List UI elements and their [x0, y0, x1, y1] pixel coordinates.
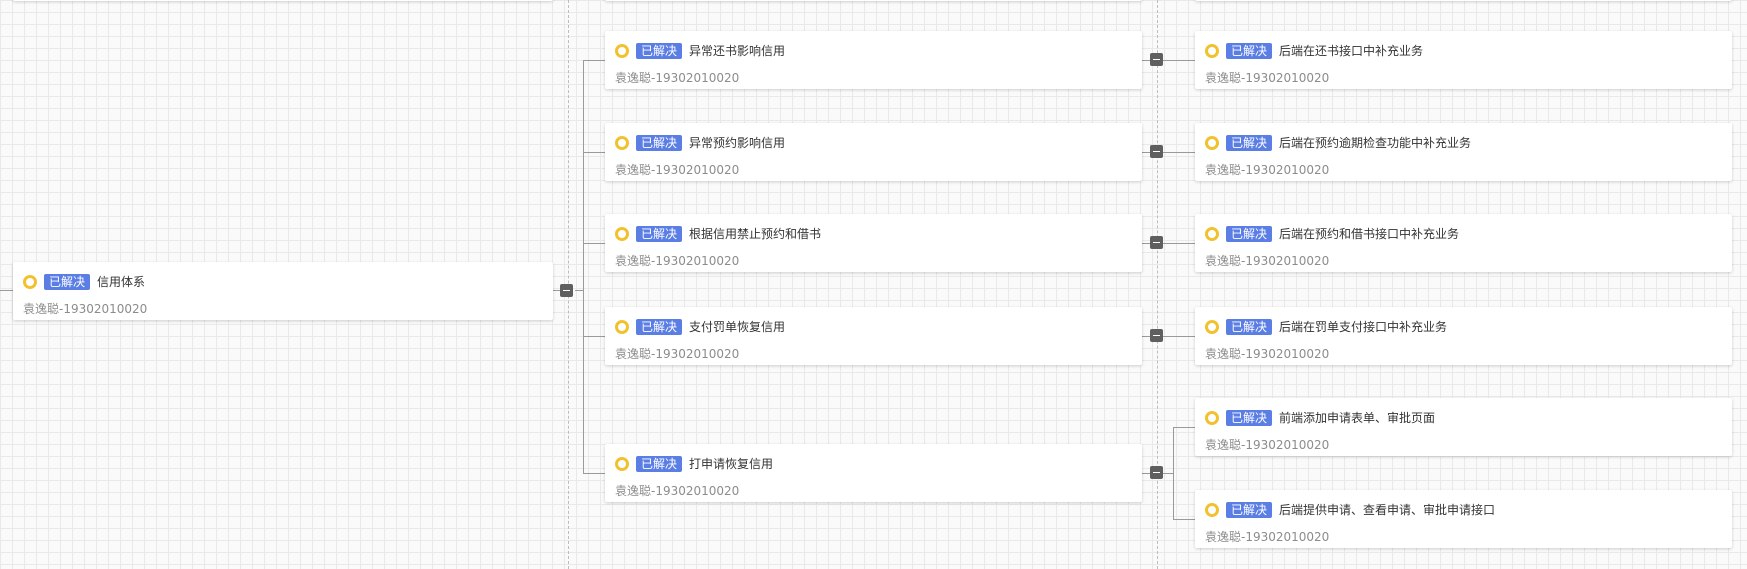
- node-title: 前端添加申请表单、审批页面: [1279, 411, 1436, 425]
- status-ring-icon: [615, 456, 629, 471]
- node-title: 后端在还书接口中补充业务: [1279, 44, 1424, 58]
- connector-line: [1163, 336, 1195, 337]
- node-title: 支付罚单恢复信用: [689, 320, 786, 334]
- status-ring-icon: [615, 135, 629, 150]
- node-header: 已解决 异常预约影响信用: [615, 134, 785, 151]
- status-ring-icon: [615, 43, 629, 58]
- node-title: 信用体系: [97, 275, 146, 289]
- node-owner: 袁逸聪-19302010020: [1205, 254, 1330, 268]
- node-header: 已解决 后端在预约逾期检查功能中补充业务: [1205, 134, 1471, 151]
- root-node-card[interactable]: 已解决 信用体系 袁逸聪-19302010020: [13, 262, 553, 320]
- node-card[interactable]: 已解决 后端在还书接口中补充业务 袁逸聪-19302010020: [1195, 31, 1732, 89]
- partial-node-card[interactable]: [13, 0, 553, 1]
- collapse-toggle-icon[interactable]: [1150, 53, 1163, 66]
- node-owner: 袁逸聪-19302010020: [1205, 530, 1330, 544]
- node-title: 后端在罚单支付接口中补充业务: [1279, 320, 1448, 334]
- node-title: 后端在预约和借书接口中补充业务: [1279, 227, 1460, 241]
- node-title: 打申请恢复信用: [689, 457, 774, 471]
- status-tag: 已解决: [1226, 134, 1273, 151]
- node-card[interactable]: 已解决 异常预约影响信用 袁逸聪-19302010020: [605, 123, 1142, 181]
- status-tag: 已解决: [1226, 318, 1273, 335]
- node-owner: 袁逸聪-19302010020: [615, 484, 740, 498]
- node-owner: 袁逸聪-19302010020: [1205, 71, 1330, 85]
- node-card[interactable]: 已解决 支付罚单恢复信用 袁逸聪-19302010020: [605, 307, 1142, 365]
- node-header: 已解决 后端在还书接口中补充业务: [1205, 42, 1423, 59]
- node-header: 已解决 支付罚单恢复信用: [615, 318, 785, 335]
- connector-line: [583, 336, 605, 337]
- node-header: 已解决 信用体系: [23, 273, 145, 290]
- node-owner: 袁逸聪-19302010020: [615, 254, 740, 268]
- status-tag: 已解决: [636, 134, 683, 151]
- node-card[interactable]: 已解决 异常还书影响信用 袁逸聪-19302010020: [605, 31, 1142, 89]
- status-tag: 已解决: [1226, 42, 1273, 59]
- node-card[interactable]: 已解决 打申请恢复信用 袁逸聪-19302010020: [605, 444, 1142, 502]
- status-tag: 已解决: [636, 42, 683, 59]
- connector-line: [0, 290, 13, 291]
- collapse-toggle-icon[interactable]: [560, 284, 573, 297]
- collapse-toggle-icon[interactable]: [1150, 236, 1163, 249]
- node-owner: 袁逸聪-19302010020: [615, 347, 740, 361]
- node-header: 已解决 后端在罚单支付接口中补充业务: [1205, 318, 1447, 335]
- status-tag: 已解决: [44, 273, 91, 290]
- connector-line: [583, 152, 605, 153]
- node-header: 已解决 前端添加申请表单、审批页面: [1205, 409, 1435, 426]
- node-card[interactable]: 已解决 根据信用禁止预约和借书 袁逸聪-19302010020: [605, 214, 1142, 272]
- collapse-toggle-icon[interactable]: [1150, 466, 1163, 479]
- status-ring-icon: [1205, 43, 1219, 58]
- status-ring-icon: [1205, 226, 1219, 241]
- node-header: 已解决 打申请恢复信用: [615, 455, 773, 472]
- node-header: 已解决 后端提供申请、查看申请、审批申请接口: [1205, 501, 1495, 518]
- connector-line: [1173, 519, 1195, 520]
- node-title: 异常预约影响信用: [689, 136, 786, 150]
- connector-line: [1163, 243, 1195, 244]
- node-card[interactable]: 已解决 前端添加申请表单、审批页面 袁逸聪-19302010020: [1195, 398, 1732, 456]
- status-tag: 已解决: [636, 455, 683, 472]
- node-header: 已解决 后端在预约和借书接口中补充业务: [1205, 225, 1459, 242]
- status-ring-icon: [1205, 502, 1219, 517]
- node-title: 根据信用禁止预约和借书: [689, 227, 822, 241]
- connector-line: [583, 60, 605, 61]
- status-ring-icon: [615, 319, 629, 334]
- node-title: 异常还书影响信用: [689, 44, 786, 58]
- node-title: 后端提供申请、查看申请、审批申请接口: [1279, 503, 1496, 517]
- node-card[interactable]: 已解决 后端在预约逾期检查功能中补充业务 袁逸聪-19302010020: [1195, 123, 1732, 181]
- node-card[interactable]: 已解决 后端在罚单支付接口中补充业务 袁逸聪-19302010020: [1195, 307, 1732, 365]
- status-tag: 已解决: [1226, 225, 1273, 242]
- node-owner: 袁逸聪-19302010020: [1205, 163, 1330, 177]
- status-ring-icon: [1205, 410, 1219, 425]
- connector-line: [1163, 152, 1195, 153]
- connector-line: [1173, 427, 1174, 520]
- status-tag: 已解决: [1226, 409, 1273, 426]
- node-header: 已解决 根据信用禁止预约和借书: [615, 225, 821, 242]
- node-owner: 袁逸聪-19302010020: [615, 71, 740, 85]
- status-tag: 已解决: [636, 225, 683, 242]
- node-owner: 袁逸聪-19302010020: [615, 163, 740, 177]
- column-guide: [1157, 0, 1158, 569]
- status-ring-icon: [615, 226, 629, 241]
- partial-node-card[interactable]: [1195, 0, 1732, 1]
- node-owner: 袁逸聪-19302010020: [23, 302, 148, 316]
- connector-line: [583, 60, 584, 474]
- node-owner: 袁逸聪-19302010020: [1205, 347, 1330, 361]
- connector-line: [1163, 60, 1195, 61]
- connector-line: [583, 473, 605, 474]
- connector-line: [583, 243, 605, 244]
- status-ring-icon: [23, 274, 37, 289]
- node-card[interactable]: 已解决 后端提供申请、查看申请、审批申请接口 袁逸聪-19302010020: [1195, 490, 1732, 548]
- collapse-toggle-icon[interactable]: [1150, 145, 1163, 158]
- collapse-toggle-icon[interactable]: [1150, 329, 1163, 342]
- node-header: 已解决 异常还书影响信用: [615, 42, 785, 59]
- connector-line: [1173, 427, 1195, 428]
- status-ring-icon: [1205, 319, 1219, 334]
- status-tag: 已解决: [636, 318, 683, 335]
- partial-node-card[interactable]: [605, 0, 1142, 1]
- status-tag: 已解决: [1226, 501, 1273, 518]
- status-ring-icon: [1205, 135, 1219, 150]
- node-title: 后端在预约逾期检查功能中补充业务: [1279, 136, 1472, 150]
- node-card[interactable]: 已解决 后端在预约和借书接口中补充业务 袁逸聪-19302010020: [1195, 214, 1732, 272]
- connector-line: [1163, 473, 1173, 474]
- node-owner: 袁逸聪-19302010020: [1205, 438, 1330, 452]
